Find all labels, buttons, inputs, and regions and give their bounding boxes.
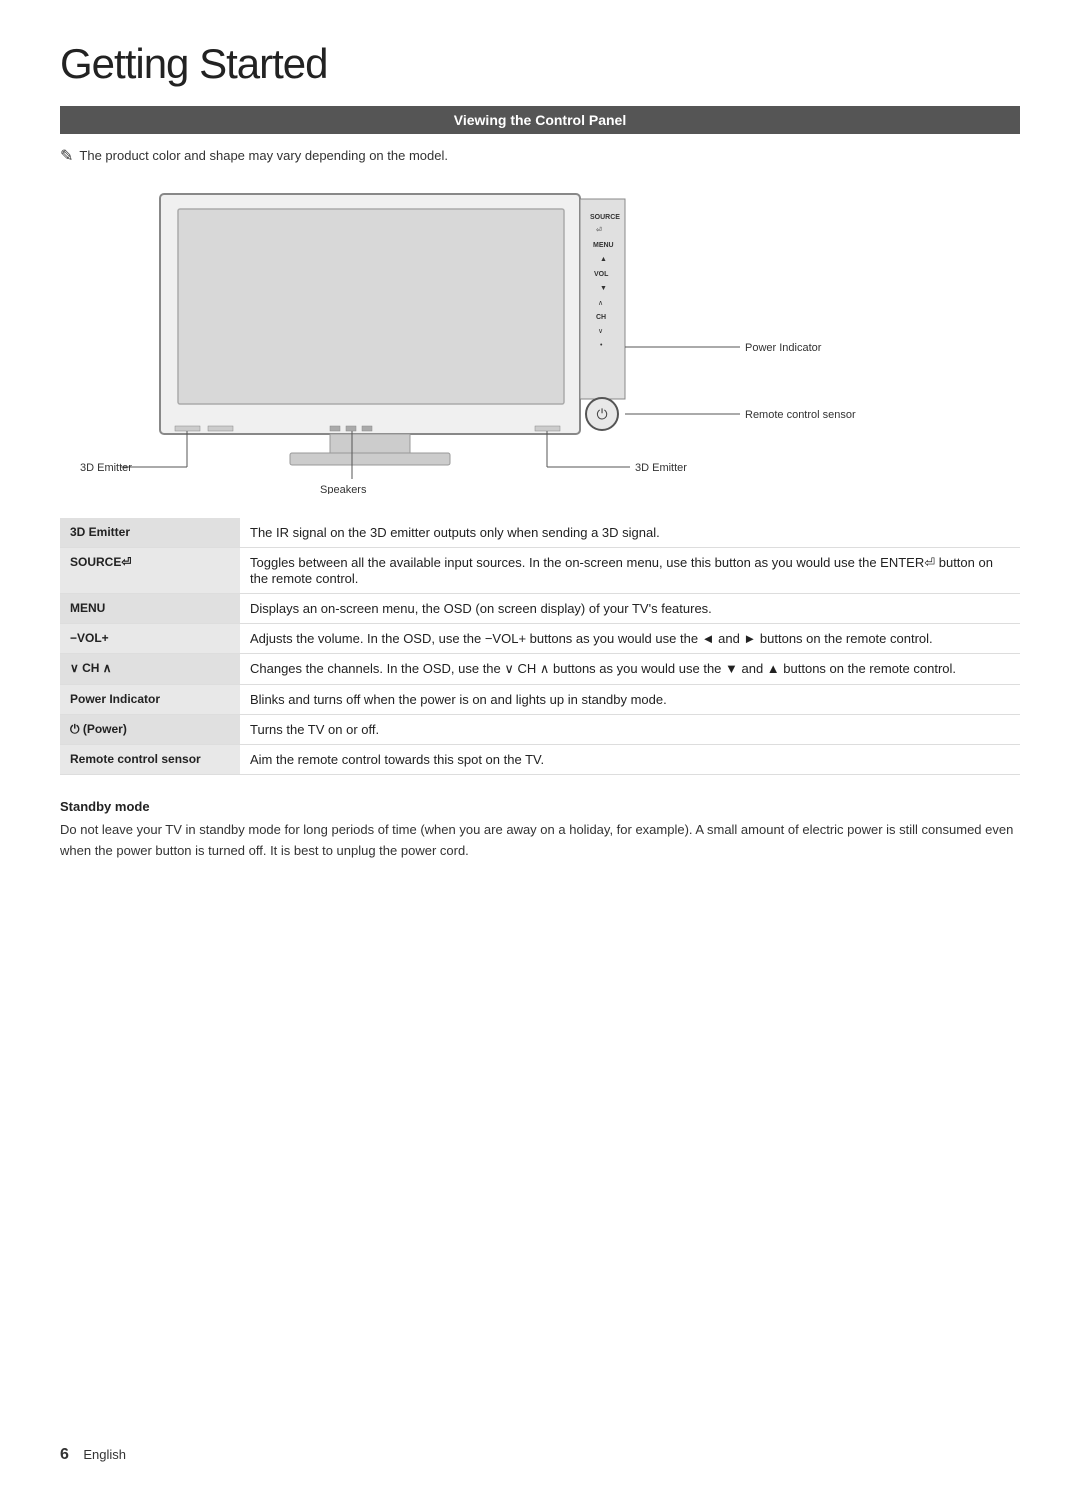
feature-description: Displays an on-screen menu, the OSD (on … bbox=[240, 594, 1020, 624]
tv-diagram: SAMSUNG SOURCE ⏎ MENU ▲ VOL ▼ ∧ CH ∨ • P… bbox=[60, 184, 1020, 494]
feature-description: Toggles between all the available input … bbox=[240, 548, 1020, 594]
note-icon: ✎ bbox=[60, 146, 73, 166]
feature-description: Adjusts the volume. In the OSD, use the … bbox=[240, 624, 1020, 654]
feature-description: Blinks and turns off when the power is o… bbox=[240, 685, 1020, 715]
feature-label: ∨ CH ∧ bbox=[60, 654, 240, 685]
svg-text:∨: ∨ bbox=[598, 328, 603, 335]
section-header: Viewing the Control Panel bbox=[60, 106, 1020, 134]
feature-label: Power Indicator bbox=[60, 685, 240, 715]
feature-description: Turns the TV on or off. bbox=[240, 715, 1020, 745]
table-row: 3D EmitterThe IR signal on the 3D emitte… bbox=[60, 518, 1020, 548]
svg-text:∧: ∧ bbox=[598, 300, 603, 307]
feature-label: ⏻ (Power) bbox=[60, 715, 240, 745]
table-row: Remote control sensorAim the remote cont… bbox=[60, 745, 1020, 775]
page-footer: 6 English bbox=[60, 1446, 126, 1464]
features-table: 3D EmitterThe IR signal on the 3D emitte… bbox=[60, 518, 1020, 775]
table-row: MENUDisplays an on-screen menu, the OSD … bbox=[60, 594, 1020, 624]
svg-text:SOURCE: SOURCE bbox=[590, 214, 620, 221]
feature-description: The IR signal on the 3D emitter outputs … bbox=[240, 518, 1020, 548]
feature-label: MENU bbox=[60, 594, 240, 624]
table-row: ∨ CH ∧Changes the channels. In the OSD, … bbox=[60, 654, 1020, 685]
svg-text:3D Emitter: 3D Emitter bbox=[635, 462, 687, 474]
standby-section: Standby mode Do not leave your TV in sta… bbox=[60, 799, 1020, 862]
feature-label: 3D Emitter bbox=[60, 518, 240, 548]
svg-text:MENU: MENU bbox=[593, 242, 614, 249]
language-label: English bbox=[83, 1447, 126, 1462]
note-line: ✎ The product color and shape may vary d… bbox=[60, 148, 1020, 166]
feature-description: Aim the remote control towards this spot… bbox=[240, 745, 1020, 775]
note-text: The product color and shape may vary dep… bbox=[79, 148, 448, 163]
feature-label: Remote control sensor bbox=[60, 745, 240, 775]
svg-text:Power Indicator: Power Indicator bbox=[745, 342, 822, 354]
svg-text:3D Emitter: 3D Emitter bbox=[80, 462, 132, 474]
table-row: SOURCE⏎Toggles between all the available… bbox=[60, 548, 1020, 594]
page-title: Getting Started bbox=[60, 40, 1020, 88]
feature-label: −VOL+ bbox=[60, 624, 240, 654]
svg-text:⏻: ⏻ bbox=[596, 406, 607, 422]
svg-text:Speakers: Speakers bbox=[320, 484, 367, 494]
feature-description: Changes the channels. In the OSD, use th… bbox=[240, 654, 1020, 685]
standby-text: Do not leave your TV in standby mode for… bbox=[60, 820, 1020, 862]
svg-text:▼: ▼ bbox=[600, 285, 607, 292]
page-number: 6 bbox=[60, 1446, 69, 1463]
svg-text:⏎: ⏎ bbox=[596, 226, 602, 234]
svg-text:CH: CH bbox=[596, 314, 606, 321]
table-row: Power IndicatorBlinks and turns off when… bbox=[60, 685, 1020, 715]
diagram-container: SAMSUNG SOURCE ⏎ MENU ▲ VOL ▼ ∧ CH ∨ • P… bbox=[60, 184, 1020, 494]
standby-title: Standby mode bbox=[60, 799, 1020, 814]
svg-text:Remote control sensor: Remote control sensor bbox=[745, 409, 856, 421]
svg-text:VOL: VOL bbox=[594, 271, 609, 278]
table-row: −VOL+Adjusts the volume. In the OSD, use… bbox=[60, 624, 1020, 654]
feature-label: SOURCE⏎ bbox=[60, 548, 240, 594]
svg-text:▲: ▲ bbox=[600, 256, 607, 263]
table-row: ⏻ (Power)Turns the TV on or off. bbox=[60, 715, 1020, 745]
